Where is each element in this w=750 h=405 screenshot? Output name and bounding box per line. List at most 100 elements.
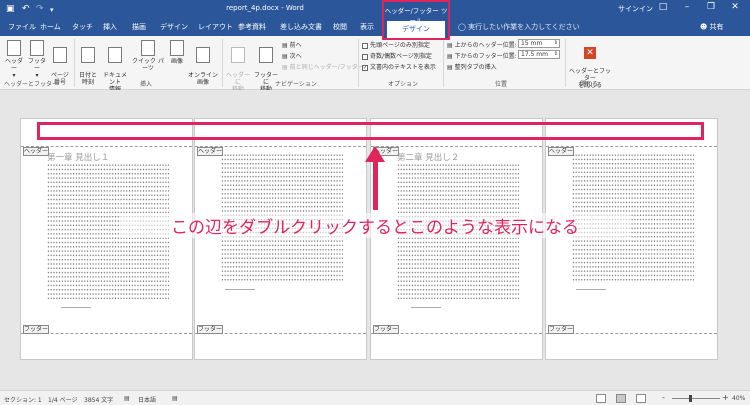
page-indicator[interactable]: 1/4 ページ (48, 395, 77, 404)
footer-position-icon: ▤ (447, 53, 453, 60)
group-label-close: 閉じる (580, 81, 599, 88)
footer-tag: フッター (373, 325, 399, 334)
proofing-icon[interactable]: ▤ (124, 395, 130, 402)
lightbulb-icon: ◯ (458, 23, 466, 31)
tell-me-text: 実行したい作業を入力してください (468, 23, 580, 31)
restore-icon[interactable]: ❐ (703, 2, 719, 12)
tab-mailings[interactable]: 差し込み文書 (280, 22, 322, 32)
header-tag: ヘッダー (23, 147, 49, 156)
ribbon-display-icon[interactable]: □ (655, 2, 671, 12)
checkbox-checked-icon: ✓ (362, 64, 368, 71)
tab-design[interactable]: デザイン (160, 22, 188, 32)
title-bar: ▣ ↶ ↷ ▾ report_4p.docx - Word サインイン □ – … (0, 0, 750, 18)
share-button[interactable]: ☻ 共有 (700, 22, 724, 32)
tab-view[interactable]: 表示 (360, 22, 374, 32)
footer-tag: フッター (548, 325, 574, 334)
signin-link[interactable]: サインイン (618, 4, 653, 14)
page-3[interactable]: ヘッダー 第二章 見出し２ フッター (370, 118, 543, 360)
spinner-icon[interactable]: ⇕ (554, 51, 559, 58)
header-tag: ヘッダー (548, 147, 574, 156)
print-layout-icon[interactable] (616, 394, 626, 403)
tab-layout[interactable]: レイアウト (198, 22, 233, 32)
group-divider (222, 39, 223, 87)
person-icon: ☻ (700, 23, 708, 31)
web-layout-icon[interactable] (636, 394, 646, 403)
online-picture-icon (196, 47, 210, 63)
page-number-icon (53, 47, 67, 63)
zoom-level[interactable]: 40% (732, 395, 745, 402)
page-1[interactable]: ヘッダー 第一章 見出し１ フッター (20, 118, 193, 360)
footer-tag: フッター (23, 325, 49, 334)
link-icon: ▤ (282, 64, 288, 71)
word-count[interactable]: 3854 文字 (84, 395, 113, 404)
tab-insert[interactable]: 挿入 (103, 22, 117, 32)
footer-position-input[interactable]: 17.5 mm ⇕ (518, 50, 560, 59)
zoom-slider[interactable] (672, 398, 720, 399)
calendar-icon (81, 47, 95, 63)
header-position-input[interactable]: 15 mm ⇕ (518, 39, 560, 48)
read-mode-icon[interactable] (596, 394, 606, 403)
spinner-icon[interactable]: ⇕ (554, 40, 559, 47)
picture-button[interactable]: 画像 (168, 40, 186, 65)
group-label-position: 位置 (495, 81, 508, 88)
group-label-navigation: ナビゲーション (275, 81, 317, 88)
footer-button[interactable]: フッター ▾ (27, 40, 47, 79)
macro-icon[interactable]: ▤ (172, 395, 178, 402)
tab-file[interactable]: ファイル (8, 22, 36, 32)
group-divider (565, 39, 566, 87)
minimize-icon[interactable]: – (679, 2, 695, 12)
tell-me-search[interactable]: ◯ 実行したい作業を入力してください (458, 22, 580, 32)
tab-draw[interactable]: 描画 (132, 22, 146, 32)
insert-alignment-tab-button[interactable]: ▤ 整列タブの挿入 (447, 62, 497, 71)
close-icon[interactable]: ✕ (727, 2, 743, 12)
footnote-rule (576, 289, 606, 290)
tab-hf-design[interactable]: デザイン (387, 21, 445, 38)
zoom-slider-thumb[interactable] (689, 395, 692, 402)
show-document-text-checkbox[interactable]: ✓ 文書内のテキストを表示 (362, 62, 436, 71)
footer-button-label: フッター (27, 58, 46, 72)
link-to-previous-button[interactable]: ▤ 前と同じヘッダー/フッター (282, 62, 364, 71)
quick-parts-label: クイック パーツ (132, 58, 164, 72)
tab-home[interactable]: ホーム (40, 22, 61, 32)
different-first-page-checkbox[interactable]: 先頭ページのみ別指定 (362, 40, 430, 49)
previous-icon: ▤ (282, 42, 288, 49)
quick-parts-button[interactable]: クイック パーツ (131, 40, 165, 72)
header-position-label: ▤ 上からのヘッダー位置: (447, 42, 517, 49)
footnote-rule (61, 307, 91, 308)
header-icon (7, 40, 21, 56)
footnote-rule (411, 307, 441, 308)
header-button-label: ヘッダー (4, 58, 23, 72)
language-indicator[interactable]: 日本語 (138, 395, 156, 404)
header-button[interactable]: ヘッダー ▾ (4, 40, 24, 79)
page-4[interactable]: ヘッダー フッター (545, 118, 718, 360)
document-info-button[interactable]: ドキュメント 情報 (101, 40, 129, 93)
show-document-text-label: 文書内のテキストを表示 (370, 64, 436, 71)
different-first-page-label: 先頭ページのみ別指定 (370, 42, 430, 49)
header-tag: ヘッダー (197, 147, 223, 156)
chapter-heading: 第一章 見出し１ (47, 153, 110, 163)
tab-touch[interactable]: タッチ (72, 22, 93, 32)
zoom-out-button[interactable]: - (662, 393, 665, 402)
date-time-button[interactable]: 日付と 時刻 (77, 40, 99, 86)
tab-references[interactable]: 参考資料 (238, 22, 266, 32)
footer-position-label: ▤ 下からのフッター位置: (447, 53, 517, 60)
next-button[interactable]: ▤ 次へ (282, 51, 302, 60)
tab-review[interactable]: 校閲 (333, 22, 347, 32)
group-divider (74, 39, 75, 87)
goto-header-button[interactable]: ヘッダーに 移動 (225, 40, 251, 93)
group-divider (358, 39, 359, 87)
window-title: report_4p.docx - Word (226, 4, 304, 12)
link-to-previous-label: 前と同じヘッダー/フッター (289, 64, 364, 71)
page-2[interactable]: ヘッダー フッター (194, 118, 367, 360)
previous-button[interactable]: ▤ 前へ (282, 40, 302, 49)
section-indicator[interactable]: セクション: 1 (4, 395, 42, 404)
header-area-highlight (37, 122, 704, 140)
document-info-icon (108, 47, 122, 63)
different-odd-even-checkbox[interactable]: 奇数/偶数ページ別指定 (362, 51, 432, 60)
alignment-tab-icon: ▤ (447, 64, 453, 71)
zoom-in-button[interactable]: + (722, 393, 729, 402)
online-picture-button[interactable]: オンライン 画像 (188, 40, 218, 86)
footer-icon (30, 40, 44, 56)
checkbox-icon (362, 53, 368, 60)
date-time-label: 日付と 時刻 (78, 72, 97, 86)
